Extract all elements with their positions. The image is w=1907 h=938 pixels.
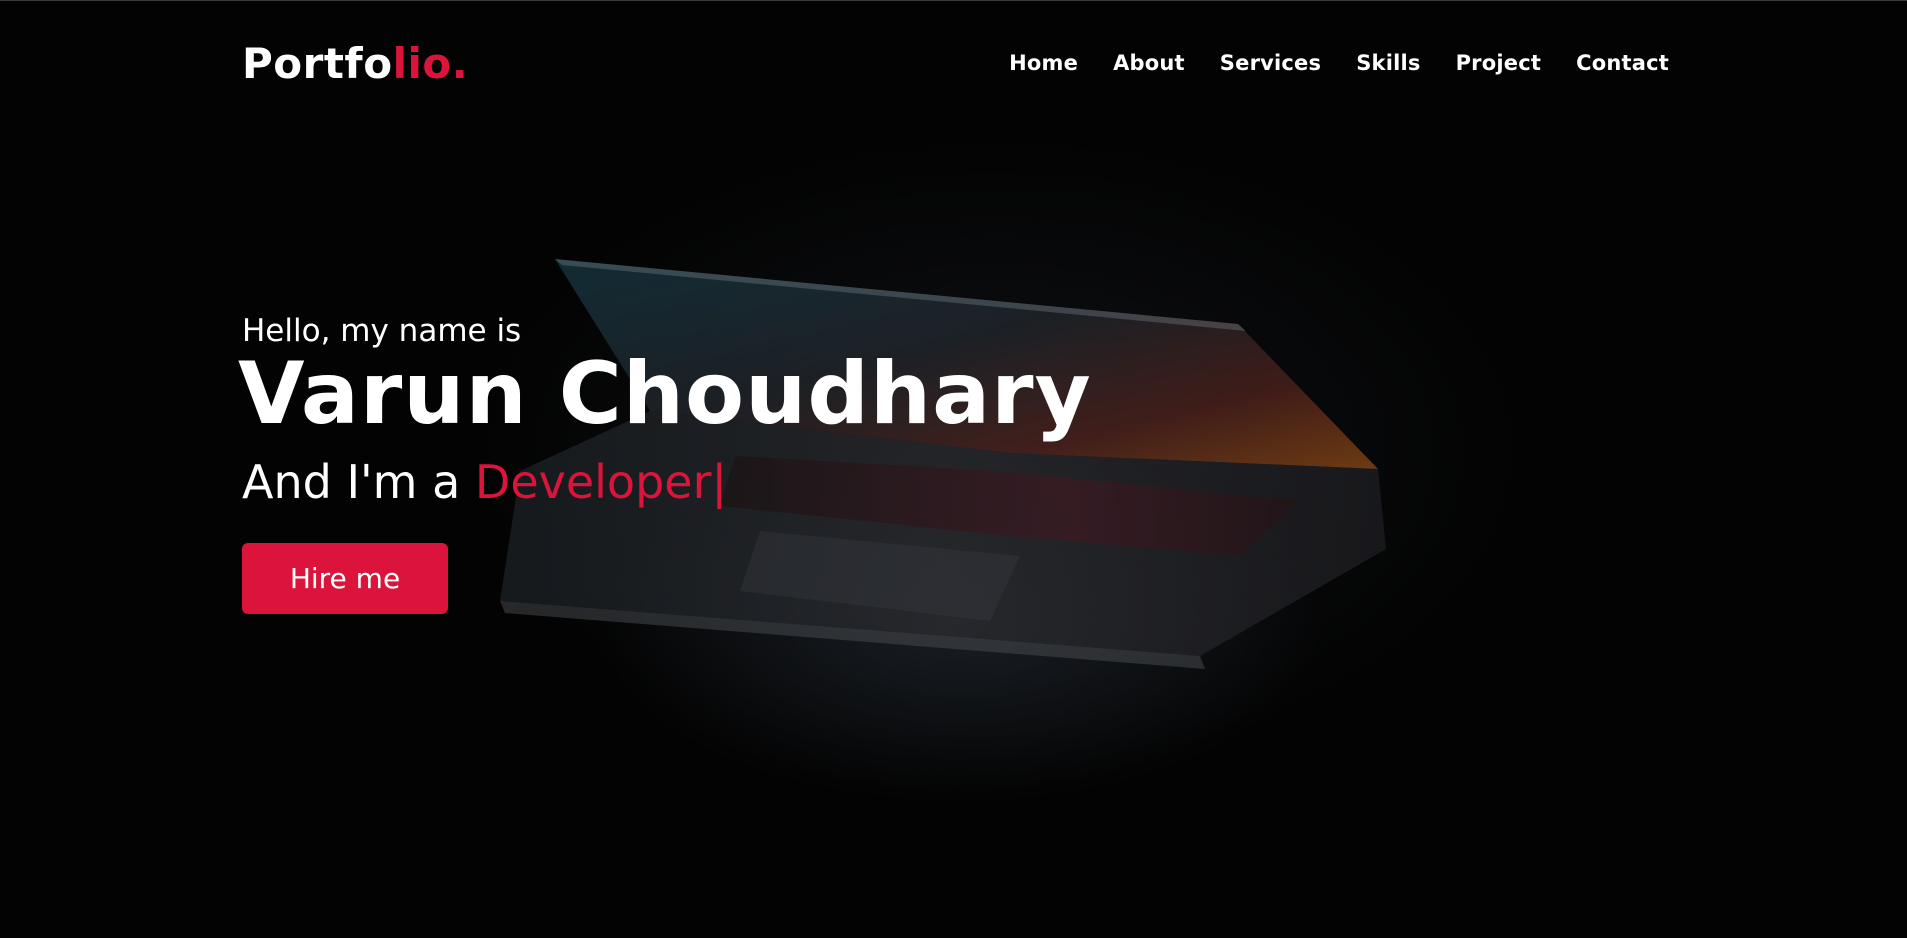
hero-tagline: And I'm a Developer| <box>242 455 1092 509</box>
nav-item-home: Home <box>1009 51 1078 75</box>
logo-accent: lio. <box>392 39 469 88</box>
tagline-prefix: And I'm a <box>242 455 475 509</box>
nav-item-contact: Contact <box>1576 51 1669 75</box>
hero-name: Varun Choudhary <box>238 344 1092 444</box>
home-content: Hello, my name is Varun Choudhary And I'… <box>238 313 1092 614</box>
logo[interactable]: Portfolio. <box>242 39 468 88</box>
nav-link-skills[interactable]: Skills <box>1356 51 1420 75</box>
hero-section: Portfolio. Home About Services Skills Pr… <box>0 0 1907 938</box>
nav-link-home[interactable]: Home <box>1009 51 1078 75</box>
logo-main: Portfo <box>242 39 393 88</box>
nav-menu: Home About Services Skills Project Conta… <box>1009 51 1669 75</box>
nav-item-skills: Skills <box>1356 51 1420 75</box>
nav-item-services: Services <box>1220 51 1321 75</box>
nav-item-project: Project <box>1456 51 1542 75</box>
nav-link-contact[interactable]: Contact <box>1576 51 1669 75</box>
nav-item-about: About <box>1113 51 1185 75</box>
navbar: Portfolio. Home About Services Skills Pr… <box>0 1 1907 129</box>
nav-link-about[interactable]: About <box>1113 51 1185 75</box>
nav-link-services[interactable]: Services <box>1220 51 1321 75</box>
typing-role: Developer| <box>474 455 727 509</box>
nav-link-project[interactable]: Project <box>1456 51 1542 75</box>
hire-me-button[interactable]: Hire me <box>242 543 448 614</box>
